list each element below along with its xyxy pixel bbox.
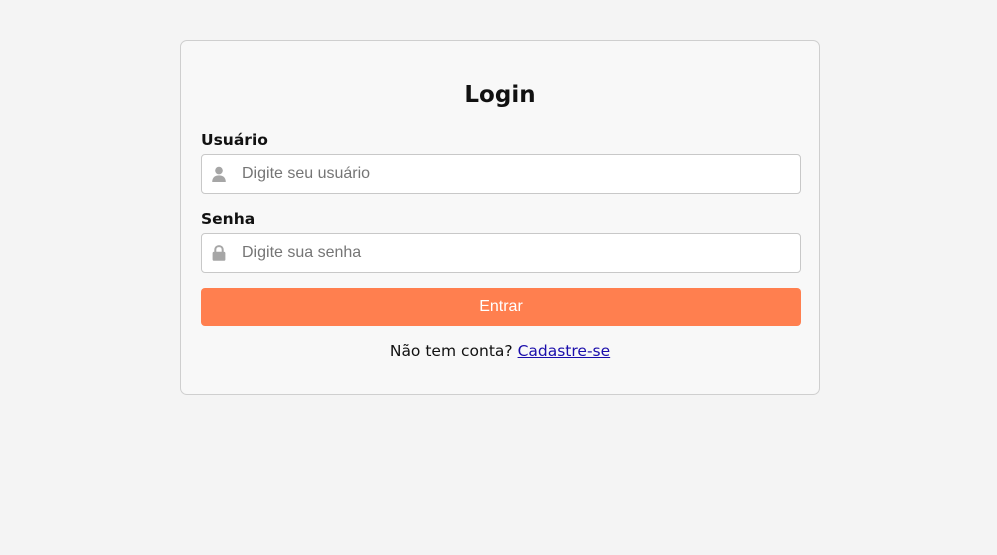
login-card: Login Usuário Senha Entrar Não tem conta…: [180, 40, 820, 395]
signup-prompt: Não tem conta? Cadastre-se: [181, 341, 819, 361]
password-field[interactable]: [201, 233, 801, 273]
username-field[interactable]: [201, 154, 801, 194]
password-input[interactable]: [242, 234, 792, 272]
username-input[interactable]: [242, 155, 792, 193]
login-submit-button[interactable]: Entrar: [201, 288, 801, 326]
username-label: Usuário: [201, 131, 268, 149]
user-icon: [212, 166, 226, 182]
signup-link[interactable]: Cadastre-se: [518, 342, 611, 360]
login-title: Login: [464, 82, 536, 108]
password-label: Senha: [201, 210, 256, 228]
signup-prompt-text: Não tem conta?: [389, 342, 513, 360]
lock-icon: [212, 245, 226, 261]
